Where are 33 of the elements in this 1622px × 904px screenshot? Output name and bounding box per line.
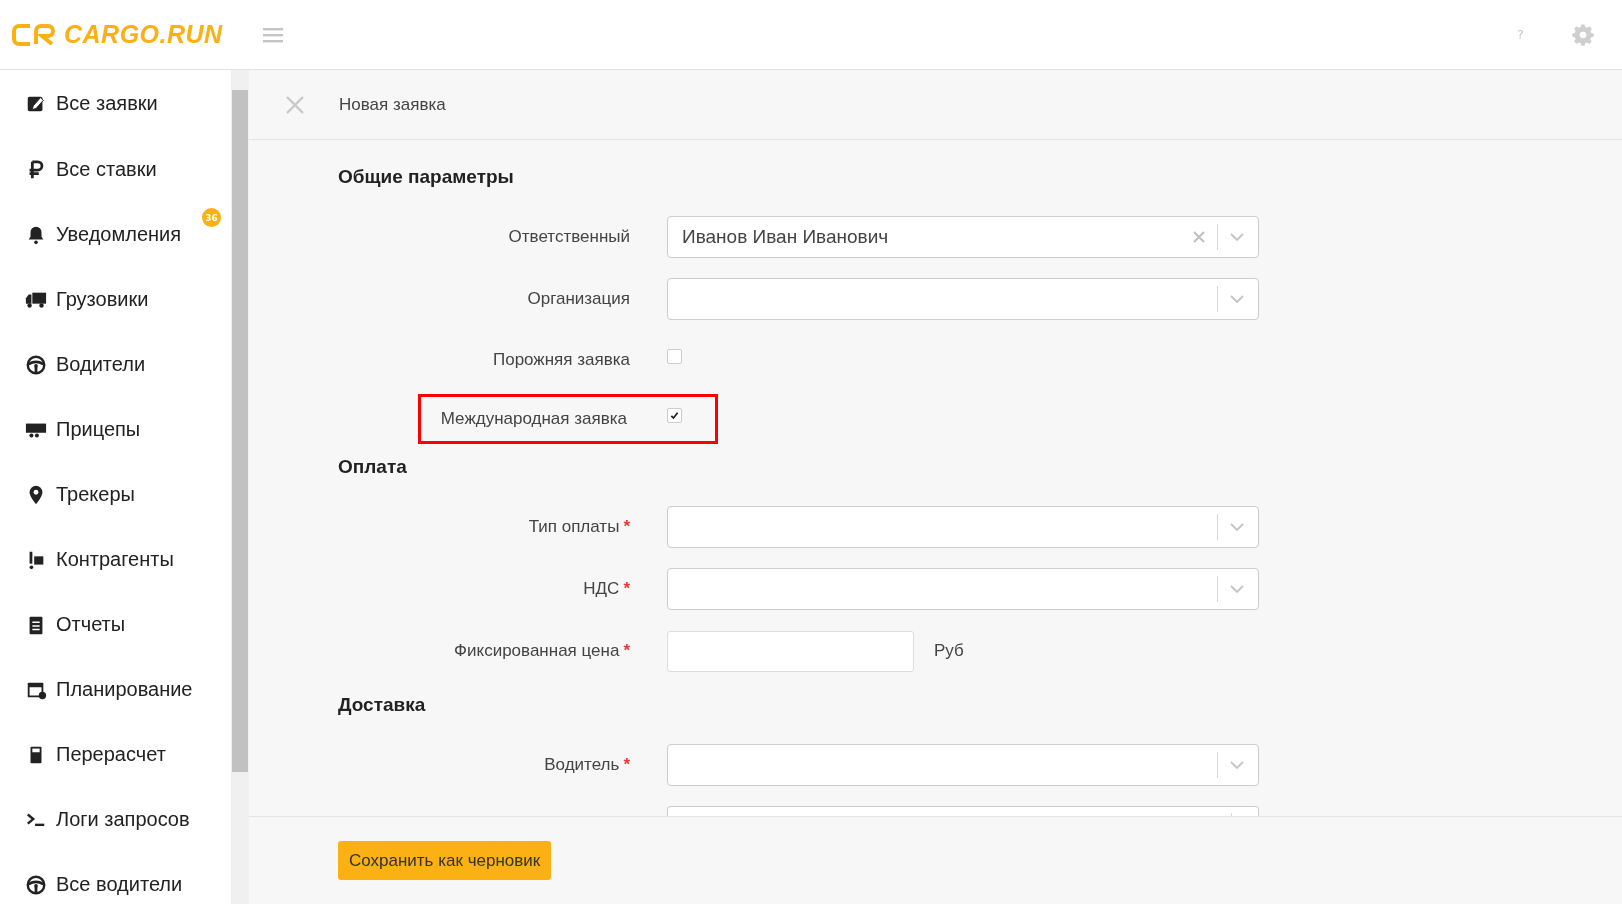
sidebar-item[interactable]: Все ставки bbox=[0, 137, 231, 202]
section-heading: Общие параметры bbox=[338, 166, 515, 189]
sidebar-item[interactable]: Перерасчет bbox=[0, 722, 231, 787]
required-mark: * bbox=[623, 517, 630, 537]
field-label: Тип оплаты bbox=[528, 517, 620, 537]
field-label: Организация bbox=[527, 289, 630, 309]
section-heading: Доставка bbox=[338, 694, 427, 717]
sidebar-item[interactable]: Грузовики bbox=[0, 267, 231, 332]
field-label: Порожняя заявка bbox=[492, 349, 630, 370]
sidebar-item[interactable]: Логи запросов bbox=[0, 787, 231, 852]
field-label: НДС bbox=[583, 579, 620, 599]
required-mark: * bbox=[623, 641, 630, 661]
sidebar-item[interactable]: Контрагенты bbox=[0, 527, 231, 592]
unit-label: Руб bbox=[934, 641, 964, 661]
sidebar-item[interactable]: Все заявки bbox=[0, 70, 231, 137]
sidebar-item[interactable]: Планирование bbox=[0, 657, 231, 722]
required-mark: * bbox=[623, 579, 630, 599]
sidebar-item[interactable]: Водители bbox=[0, 332, 231, 397]
page-title: Новая заявка bbox=[339, 94, 446, 115]
section-heading: Оплата bbox=[338, 456, 408, 479]
select-field[interactable]: Иванов Иван Иванович bbox=[667, 216, 1259, 258]
field-label: Международная заявка bbox=[440, 408, 627, 429]
sidebar-item[interactable]: Трекеры bbox=[0, 462, 231, 527]
sidebar-item[interactable]: Уведомления 36 bbox=[0, 202, 231, 267]
required-mark: * bbox=[623, 755, 630, 775]
field-label: Водитель bbox=[544, 755, 620, 775]
sidebar-item[interactable]: Все водители bbox=[0, 852, 231, 904]
field-label: Ответственный bbox=[508, 227, 630, 247]
save-draft-button[interactable]: Сохранить как черновик bbox=[338, 841, 552, 880]
sidebar-item[interactable]: Прицепы bbox=[0, 397, 231, 462]
sidebar-item[interactable]: Отчеты bbox=[0, 592, 231, 657]
field-label: Фиксированная цена bbox=[454, 641, 620, 661]
notification-badge: 36 bbox=[202, 208, 221, 227]
